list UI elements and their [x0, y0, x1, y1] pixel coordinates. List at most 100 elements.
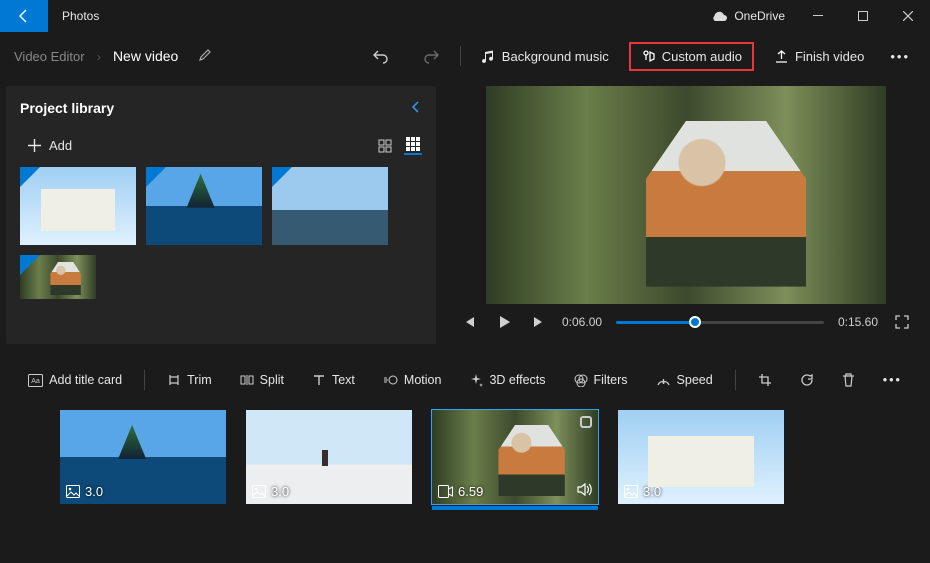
chevron-right-icon: › [97, 49, 101, 64]
collapse-library-button[interactable] [410, 101, 422, 116]
text-label: Text [332, 373, 355, 387]
sparkle-icon [469, 373, 483, 387]
speed-label: Speed [677, 373, 713, 387]
fullscreen-icon [895, 315, 909, 329]
rotate-button[interactable] [794, 370, 820, 390]
current-time: 0:06.00 [562, 315, 602, 329]
project-library-panel: Project library Add [6, 86, 436, 344]
export-icon [774, 49, 789, 64]
breadcrumb[interactable]: Video Editor [14, 49, 85, 64]
step-back-icon [464, 316, 476, 328]
speed-icon [656, 374, 671, 387]
library-thumb[interactable] [20, 167, 136, 245]
bg-music-label: Background music [502, 49, 609, 64]
selection-handle [580, 416, 592, 428]
motion-button[interactable]: Motion [377, 370, 448, 390]
audio-indicator-icon [577, 483, 592, 499]
split-label: Split [260, 373, 284, 387]
close-button[interactable] [885, 0, 930, 32]
total-time: 0:15.60 [838, 315, 878, 329]
motion-icon [383, 373, 398, 387]
video-title[interactable]: New video [113, 48, 178, 64]
filters-icon [574, 373, 588, 387]
library-thumb[interactable] [20, 255, 96, 299]
seek-slider[interactable] [616, 314, 824, 330]
more-storyboard-button[interactable]: ••• [877, 368, 908, 392]
undo-button[interactable] [360, 40, 402, 72]
image-icon [624, 485, 638, 498]
split-icon [240, 373, 254, 387]
app-title: Photos [48, 9, 99, 23]
more-button[interactable]: ••• [884, 44, 916, 69]
clip-duration: 3.0 [643, 484, 661, 499]
trim-icon [167, 373, 181, 387]
prev-frame-button[interactable] [460, 316, 480, 328]
onedrive-button[interactable]: OneDrive [710, 9, 785, 23]
library-thumb[interactable] [146, 167, 262, 245]
filters-button[interactable]: Filters [568, 370, 634, 390]
video-preview[interactable] [486, 86, 886, 304]
trash-icon [842, 373, 855, 387]
cloud-icon [710, 10, 728, 22]
filters-label: Filters [594, 373, 628, 387]
motion-label: Motion [404, 373, 442, 387]
speed-button[interactable]: Speed [650, 370, 719, 390]
pencil-icon [198, 48, 212, 62]
grid-large-icon [378, 139, 392, 153]
finish-video-button[interactable]: Finish video [762, 42, 876, 71]
plus-icon [28, 139, 41, 152]
3d-effects-button[interactable]: 3D effects [463, 370, 551, 390]
crop-icon [758, 373, 772, 387]
clip-duration: 3.0 [271, 484, 289, 499]
step-forward-icon [532, 316, 544, 328]
grid-small-icon [406, 137, 420, 151]
library-thumb[interactable] [272, 167, 388, 245]
maximize-button[interactable] [840, 0, 885, 32]
redo-button[interactable] [410, 40, 452, 72]
trim-button[interactable]: Trim [161, 370, 218, 390]
large-grid-view-button[interactable] [376, 137, 394, 155]
custom-audio-icon [641, 49, 656, 64]
separator [460, 46, 461, 66]
background-music-button[interactable]: Background music [469, 42, 621, 71]
clip-duration: 6.59 [458, 484, 483, 499]
title-card-label: Add title card [49, 373, 122, 387]
next-frame-button[interactable] [528, 316, 548, 328]
3d-label: 3D effects [489, 373, 545, 387]
text-icon [312, 373, 326, 387]
custom-audio-label: Custom audio [662, 49, 742, 64]
storyboard-clip[interactable]: 3.0 [60, 410, 226, 504]
svg-text:Aa: Aa [31, 378, 40, 385]
minimize-button[interactable] [795, 0, 840, 32]
custom-audio-button[interactable]: Custom audio [629, 42, 754, 71]
back-button[interactable] [0, 0, 48, 32]
separator [735, 370, 736, 390]
edit-title-button[interactable] [198, 48, 212, 65]
storyboard-clip[interactable]: 3.0 [246, 410, 412, 504]
play-icon [497, 315, 511, 329]
redo-icon [422, 47, 440, 65]
separator [144, 370, 145, 390]
text-button[interactable]: Text [306, 370, 361, 390]
finish-label: Finish video [795, 49, 864, 64]
image-icon [252, 485, 266, 498]
add-media-button[interactable]: Add [20, 134, 80, 157]
fullscreen-button[interactable] [892, 315, 912, 329]
delete-button[interactable] [836, 370, 861, 390]
library-title: Project library [20, 100, 114, 116]
undo-icon [372, 47, 390, 65]
onedrive-label: OneDrive [734, 9, 785, 23]
trim-label: Trim [187, 373, 212, 387]
split-button[interactable]: Split [234, 370, 290, 390]
image-icon [66, 485, 80, 498]
storyboard-clip[interactable]: 3.0 [618, 410, 784, 504]
add-title-card-button[interactable]: Aa Add title card [22, 370, 128, 390]
clip-duration: 3.0 [85, 484, 103, 499]
play-button[interactable] [494, 315, 514, 329]
small-grid-view-button[interactable] [404, 137, 422, 155]
rotate-icon [800, 373, 814, 387]
storyboard-clip[interactable]: 6.59 [432, 410, 598, 510]
add-label: Add [49, 138, 72, 153]
crop-button[interactable] [752, 370, 778, 390]
chevron-left-icon [410, 101, 422, 113]
